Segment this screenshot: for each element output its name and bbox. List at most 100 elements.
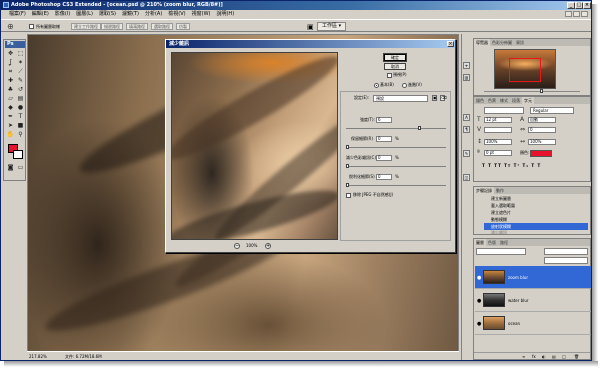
zoom-readout[interactable]: 217.82% (29, 352, 47, 360)
tab-swatches[interactable]: 色票 (486, 97, 498, 104)
bridge-icon[interactable]: ▣ (307, 23, 314, 31)
brush-tool-icon[interactable]: ✎ (16, 77, 25, 85)
navigator-thumbnail[interactable] (494, 49, 556, 89)
menu-image[interactable]: 影像(I) (52, 10, 73, 19)
slice-tool-icon[interactable]: ⟋ (16, 68, 25, 76)
clone-stamp-tool-icon[interactable]: ♣ (6, 86, 15, 94)
menu-view[interactable]: 檢視(V) (165, 10, 188, 19)
menu-help[interactable]: 說明(H) (213, 10, 237, 19)
tab-styles[interactable]: 樣式 (498, 97, 510, 104)
tab-history[interactable]: 步驟記錄 (474, 187, 494, 194)
sharpen-details-slider-thumb[interactable] (346, 183, 349, 187)
strength-slider[interactable] (346, 128, 446, 129)
horizontal-scale-field[interactable]: 100% (528, 139, 556, 145)
type-tool-icon[interactable]: T (16, 113, 25, 121)
history-item[interactable]: 建立新圖層 (484, 195, 588, 202)
hand-tool-icon[interactable]: ✋ (6, 131, 15, 139)
leading-field[interactable]: 自動 (528, 117, 556, 123)
layer-row[interactable]: ● zoom blur (475, 266, 591, 289)
stroke-path-button[interactable]: 描邊路徑 (101, 23, 123, 30)
dialog-close-button[interactable]: × (447, 41, 454, 47)
navigator-zoom-thumb[interactable] (540, 89, 543, 93)
preserve-details-input[interactable]: 0 (376, 136, 392, 142)
pen-tool-icon[interactable]: ✒ (6, 113, 15, 121)
new-layer-icon[interactable]: □ (562, 354, 566, 359)
opacity-field[interactable] (544, 248, 588, 255)
magic-wand-tool-icon[interactable]: ✶ (16, 59, 25, 67)
shape-tool-icon[interactable]: ■ (16, 122, 25, 130)
quick-mask-icon[interactable]: ◙ (6, 164, 15, 172)
preview-pane[interactable] (171, 52, 338, 240)
lasso-tool-icon[interactable]: ʆ (6, 59, 15, 67)
tab-histogram[interactable]: 色彩分佈圖 (490, 39, 514, 46)
histogram-dock-icon[interactable]: ▥ (463, 74, 470, 81)
make-work-path-button[interactable]: 建立工作路徑 (71, 23, 101, 30)
menu-select[interactable]: 選取(S) (96, 10, 119, 19)
layer-visibility-eye-icon[interactable]: ● (477, 321, 481, 327)
menu-filter[interactable]: 濾鏡(T) (119, 10, 142, 19)
save-settings-icon[interactable]: ▣ (432, 95, 437, 101)
minimize-button[interactable]: _ (567, 2, 575, 9)
sharpen-details-slider[interactable] (346, 185, 446, 186)
cancel-button[interactable]: 取消 (384, 63, 406, 70)
tab-info[interactable]: 資訊 (514, 39, 526, 46)
menu-analysis[interactable]: 分析(A) (142, 10, 165, 19)
history-item-undone[interactable]: 減少雜訊 (484, 230, 588, 235)
tab-actions[interactable]: 動作 (494, 187, 506, 194)
baseline-shift-field[interactable]: 0 pt (484, 150, 512, 156)
kerning-field[interactable] (484, 127, 512, 133)
history-item[interactable]: 建立遮色片 (484, 209, 588, 216)
doc-close-button[interactable] (581, 11, 588, 17)
close-button[interactable]: × (583, 2, 591, 9)
font-family-select[interactable] (484, 107, 524, 114)
marquee-tool-icon[interactable]: ⬚ (16, 50, 25, 58)
zoom-tool-icon[interactable]: ⚲ (16, 131, 25, 139)
character-dock-icon[interactable]: A (463, 114, 470, 121)
layer-visibility-eye-icon[interactable]: ● (477, 298, 481, 304)
layer-visibility-eye-icon[interactable]: ● (477, 275, 481, 281)
basic-mode-radio[interactable] (374, 83, 379, 88)
history-item[interactable]: 動態模糊 (484, 216, 588, 223)
workspace-button[interactable]: 工作區 ▾ (317, 22, 347, 31)
tool-presets-dock-icon[interactable]: ✎ (463, 150, 470, 157)
fill-path-button[interactable]: 填滿路徑 (126, 23, 148, 30)
strength-input[interactable]: 6 (376, 117, 392, 123)
menu-layer[interactable]: 圖層(L) (73, 10, 96, 19)
layer-style-icon[interactable]: fx (532, 354, 536, 359)
navigator-zoom-slider[interactable] (484, 91, 580, 92)
reduce-color-noise-input[interactable]: 0 (376, 155, 392, 161)
preserve-details-slider[interactable] (346, 147, 446, 148)
select-path-button[interactable]: 選取路徑 (151, 23, 173, 30)
zoom-in-button[interactable]: + (265, 243, 271, 249)
layer-row[interactable]: ● ocean (475, 312, 591, 335)
strength-slider-thumb[interactable] (418, 126, 421, 130)
settings-select[interactable]: 預設 (373, 95, 428, 102)
advanced-mode-radio[interactable] (402, 83, 407, 88)
clone-button[interactable]: 仿製 (176, 23, 190, 30)
fill-field[interactable] (544, 257, 588, 264)
tab-paths[interactable]: 路徑 (498, 239, 510, 246)
font-style-select[interactable]: Regular (530, 107, 574, 114)
gradient-tool-icon[interactable]: ▤ (16, 95, 25, 103)
tracking-field[interactable]: 0 (528, 127, 556, 133)
background-color-swatch[interactable] (13, 150, 23, 159)
blend-mode-select[interactable] (476, 248, 526, 255)
link-layers-icon[interactable]: ∞ (522, 354, 525, 359)
paragraph-dock-icon[interactable]: ¶ (463, 126, 470, 133)
adjustment-layer-icon[interactable]: ◐ (542, 354, 546, 359)
tab-color[interactable]: 錨色 (474, 97, 486, 104)
eraser-tool-icon[interactable]: ▱ (6, 95, 15, 103)
text-color-swatch[interactable] (530, 150, 552, 157)
reduce-color-noise-slider-thumb[interactable] (346, 164, 349, 168)
preview-checkbox[interactable] (387, 73, 392, 78)
tab-layers[interactable]: 圖層 (474, 239, 486, 246)
path-selection-tool-icon[interactable]: ➤ (6, 122, 15, 130)
delete-settings-icon[interactable]: ⌫ (440, 95, 447, 101)
crop-tool-icon[interactable]: ⌗ (6, 68, 15, 76)
menu-file[interactable]: 檔案(F) (1, 10, 29, 19)
history-item-selected[interactable]: 放射狀模糊 (484, 223, 588, 230)
new-group-icon[interactable]: ▤ (552, 354, 556, 359)
ok-button[interactable]: 確定 (383, 53, 407, 62)
history-item[interactable]: 載入選取範圍 (484, 202, 588, 209)
tab-paragraph[interactable]: 段落 (510, 97, 522, 104)
